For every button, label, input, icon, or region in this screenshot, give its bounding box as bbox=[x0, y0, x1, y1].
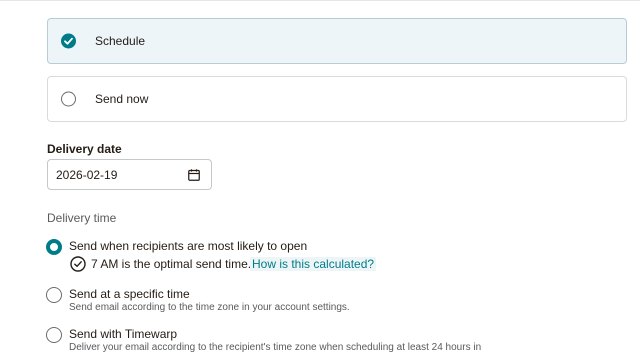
send-now-radio[interactable] bbox=[61, 91, 76, 107]
schedule-option-card[interactable]: Schedule bbox=[47, 18, 627, 64]
delivery-date-value: 2026-02-19 bbox=[56, 168, 118, 182]
checkmark-icon bbox=[64, 37, 73, 45]
check-circle-icon bbox=[70, 256, 86, 272]
optimal-title: Send when recipients are most likely to … bbox=[69, 239, 308, 253]
delivery-date-input[interactable]: 2026-02-19 bbox=[47, 159, 212, 190]
timewarp-subtitle: Deliver your email according to the reci… bbox=[69, 342, 482, 353]
optimal-radio[interactable] bbox=[46, 239, 62, 255]
how-calculated-link[interactable]: How is this calculated? bbox=[250, 257, 377, 271]
specific-time-subtitle: Send email according to the time zone in… bbox=[69, 302, 350, 313]
specific-time-title: Send at a specific time bbox=[69, 287, 190, 301]
calendar-icon[interactable] bbox=[188, 169, 200, 181]
schedule-radio[interactable] bbox=[61, 33, 76, 49]
delivery-date-label: Delivery date bbox=[47, 142, 122, 156]
delivery-time-label: Delivery time bbox=[47, 211, 117, 225]
timewarp-title: Send with Timewarp bbox=[69, 327, 178, 341]
send-now-label: Send now bbox=[95, 92, 149, 106]
timewarp-radio[interactable] bbox=[46, 327, 62, 343]
send-now-option-card[interactable]: Send now bbox=[47, 76, 627, 122]
optimal-time-text: 7 AM is the optimal send time. bbox=[91, 257, 252, 271]
specific-time-radio[interactable] bbox=[46, 287, 62, 303]
schedule-label: Schedule bbox=[95, 34, 146, 48]
top-divider bbox=[0, 0, 640, 1]
